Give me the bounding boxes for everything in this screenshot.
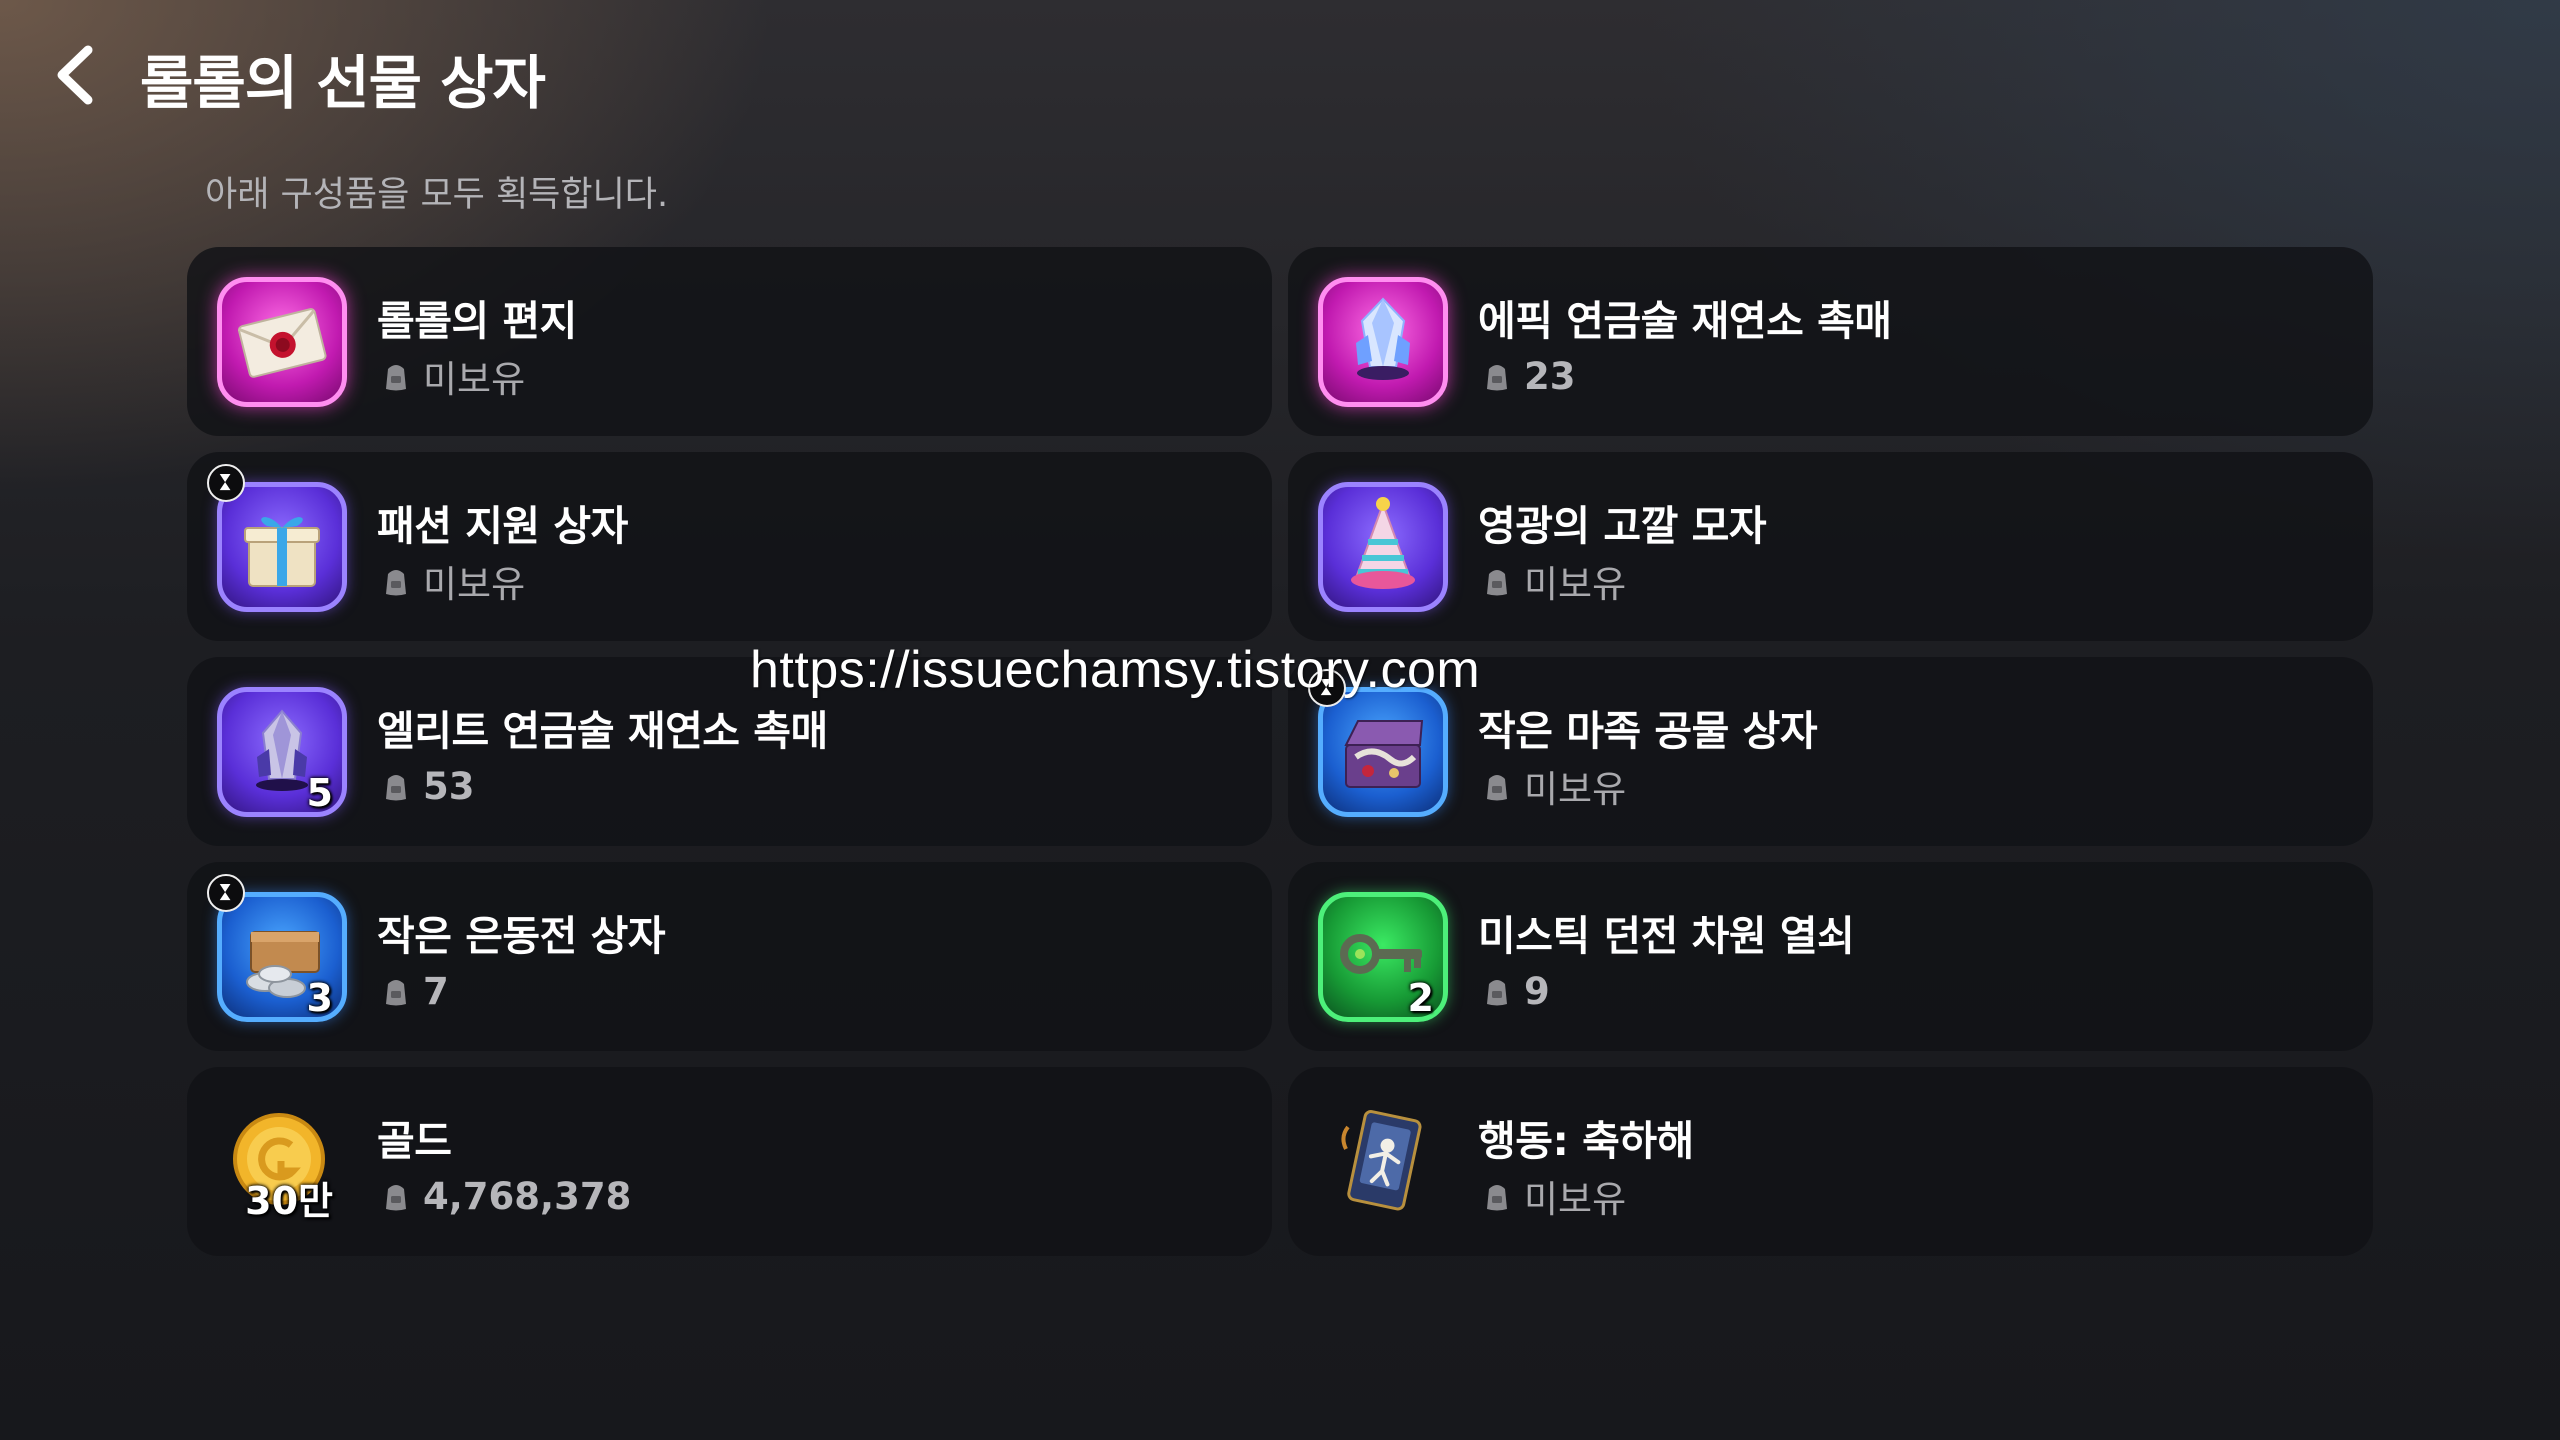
action-card-icon — [1341, 1110, 1422, 1211]
owned-count-row: 9 — [1480, 966, 1550, 1016]
owned-count-row: 23 — [1480, 351, 1576, 401]
reward-card-glory-party-hat[interactable]: 영광의 고깔 모자 미보유 — [1288, 452, 2373, 641]
backpack-icon — [386, 570, 406, 596]
item-icon-frame — [1318, 277, 1448, 407]
owned-count: 미보유 — [1524, 1178, 1627, 1221]
reward-card-action-congrats[interactable]: 행동: 축하해 미보유 — [1288, 1067, 2373, 1256]
owned-count: 미보유 — [423, 563, 526, 606]
backpack-icon — [386, 1185, 406, 1211]
party-hat-icon — [1351, 497, 1415, 589]
item-name: 영광의 고깔 모자 — [1478, 502, 1767, 550]
backpack-icon — [386, 365, 406, 391]
reward-card-silver-coin-box[interactable]: 3 작은 은동전 상자 7 — [187, 862, 1272, 1051]
hourglass-icon — [207, 464, 245, 502]
gift-box-icon — [244, 517, 320, 587]
item-name: 작은 은동전 상자 — [377, 912, 666, 960]
item-name: 미스틱 던전 차원 열쇠 — [1478, 912, 1855, 960]
letter-icon — [237, 308, 327, 378]
item-quantity: 5 — [306, 771, 333, 815]
item-quantity: 3 — [306, 976, 333, 1020]
reward-card-gold[interactable]: 30만 골드 4,768,378 — [187, 1067, 1272, 1256]
owned-count-row: 미보유 — [1480, 761, 1626, 811]
item-name: 패션 지원 상자 — [377, 502, 628, 550]
owned-count: 미보유 — [1524, 563, 1627, 606]
item-icon-frame: 30만 — [217, 1097, 347, 1227]
owned-count: 9 — [1524, 969, 1550, 1013]
page-subtitle: 아래 구성품을 모두 획득합니다. — [205, 175, 669, 215]
item-name: 롤롤의 편지 — [377, 297, 577, 345]
backpack-icon — [1487, 570, 1507, 596]
owned-count-row: 미보유 — [379, 556, 525, 606]
item-name: 행동: 축하해 — [1478, 1117, 1694, 1165]
item-icon-frame — [1318, 1097, 1448, 1227]
backpack-icon — [1487, 980, 1507, 1006]
item-quantity: 2 — [1407, 976, 1434, 1020]
item-icon-frame: 5 — [217, 687, 347, 817]
item-name: 에픽 연금술 재연소 촉매 — [1478, 297, 1892, 345]
item-icon-frame — [1318, 482, 1448, 612]
backpack-icon — [386, 980, 406, 1006]
reward-card-epic-catalyst[interactable]: 에픽 연금술 재연소 촉매 23 — [1288, 247, 2373, 436]
item-name: 엘리트 연금술 재연소 촉매 — [377, 707, 828, 755]
item-name: 작은 마족 공물 상자 — [1478, 707, 1818, 755]
reward-card-fashion-box[interactable]: 패션 지원 상자 미보유 — [187, 452, 1272, 641]
page-title: 롤롤의 선물 상자 — [140, 49, 546, 117]
owned-count-row: 미보유 — [1480, 1171, 1626, 1221]
crystal-icon — [1356, 297, 1410, 380]
owned-count: 미보유 — [423, 358, 526, 401]
reward-card-mystic-dungeon-key[interactable]: 2 미스틱 던전 차원 열쇠 9 — [1288, 862, 2373, 1051]
owned-count: 미보유 — [1524, 768, 1627, 811]
reward-grid: 롤롤의 편지 미보유 에픽 연금술 재연소 촉매 23 패션 지원 상자 미보유… — [187, 247, 2373, 1256]
reward-card-roll-letter[interactable]: 롤롤의 편지 미보유 — [187, 247, 1272, 436]
item-icon-frame: 3 — [207, 874, 347, 1022]
owned-count-row: 53 — [379, 761, 475, 811]
item-quantity: 30만 — [245, 1179, 333, 1223]
owned-count: 4,768,378 — [423, 1174, 632, 1218]
item-icon-frame — [207, 464, 347, 612]
backpack-icon — [386, 775, 406, 801]
backpack-icon — [1487, 365, 1507, 391]
owned-count-row: 미보유 — [379, 351, 525, 401]
owned-count: 23 — [1524, 354, 1576, 398]
owned-count-row: 7 — [379, 966, 449, 1016]
backpack-icon — [1487, 1185, 1507, 1211]
item-name: 골드 — [377, 1117, 452, 1165]
owned-count: 53 — [423, 764, 475, 808]
backpack-icon — [1487, 775, 1507, 801]
hourglass-icon — [207, 874, 245, 912]
owned-count-row: 미보유 — [1480, 556, 1626, 606]
item-icon-frame — [217, 277, 347, 407]
owned-count: 7 — [423, 969, 449, 1013]
item-icon-frame — [1308, 669, 1448, 817]
back-button[interactable] — [44, 40, 114, 110]
owned-count-row: 4,768,378 — [379, 1171, 631, 1221]
item-icon-frame: 2 — [1318, 892, 1448, 1022]
treasure-chest-icon — [1344, 720, 1424, 788]
watermark-url: https://issuechamsy.tistory.com — [750, 641, 1481, 699]
chevron-left-icon — [57, 45, 93, 105]
